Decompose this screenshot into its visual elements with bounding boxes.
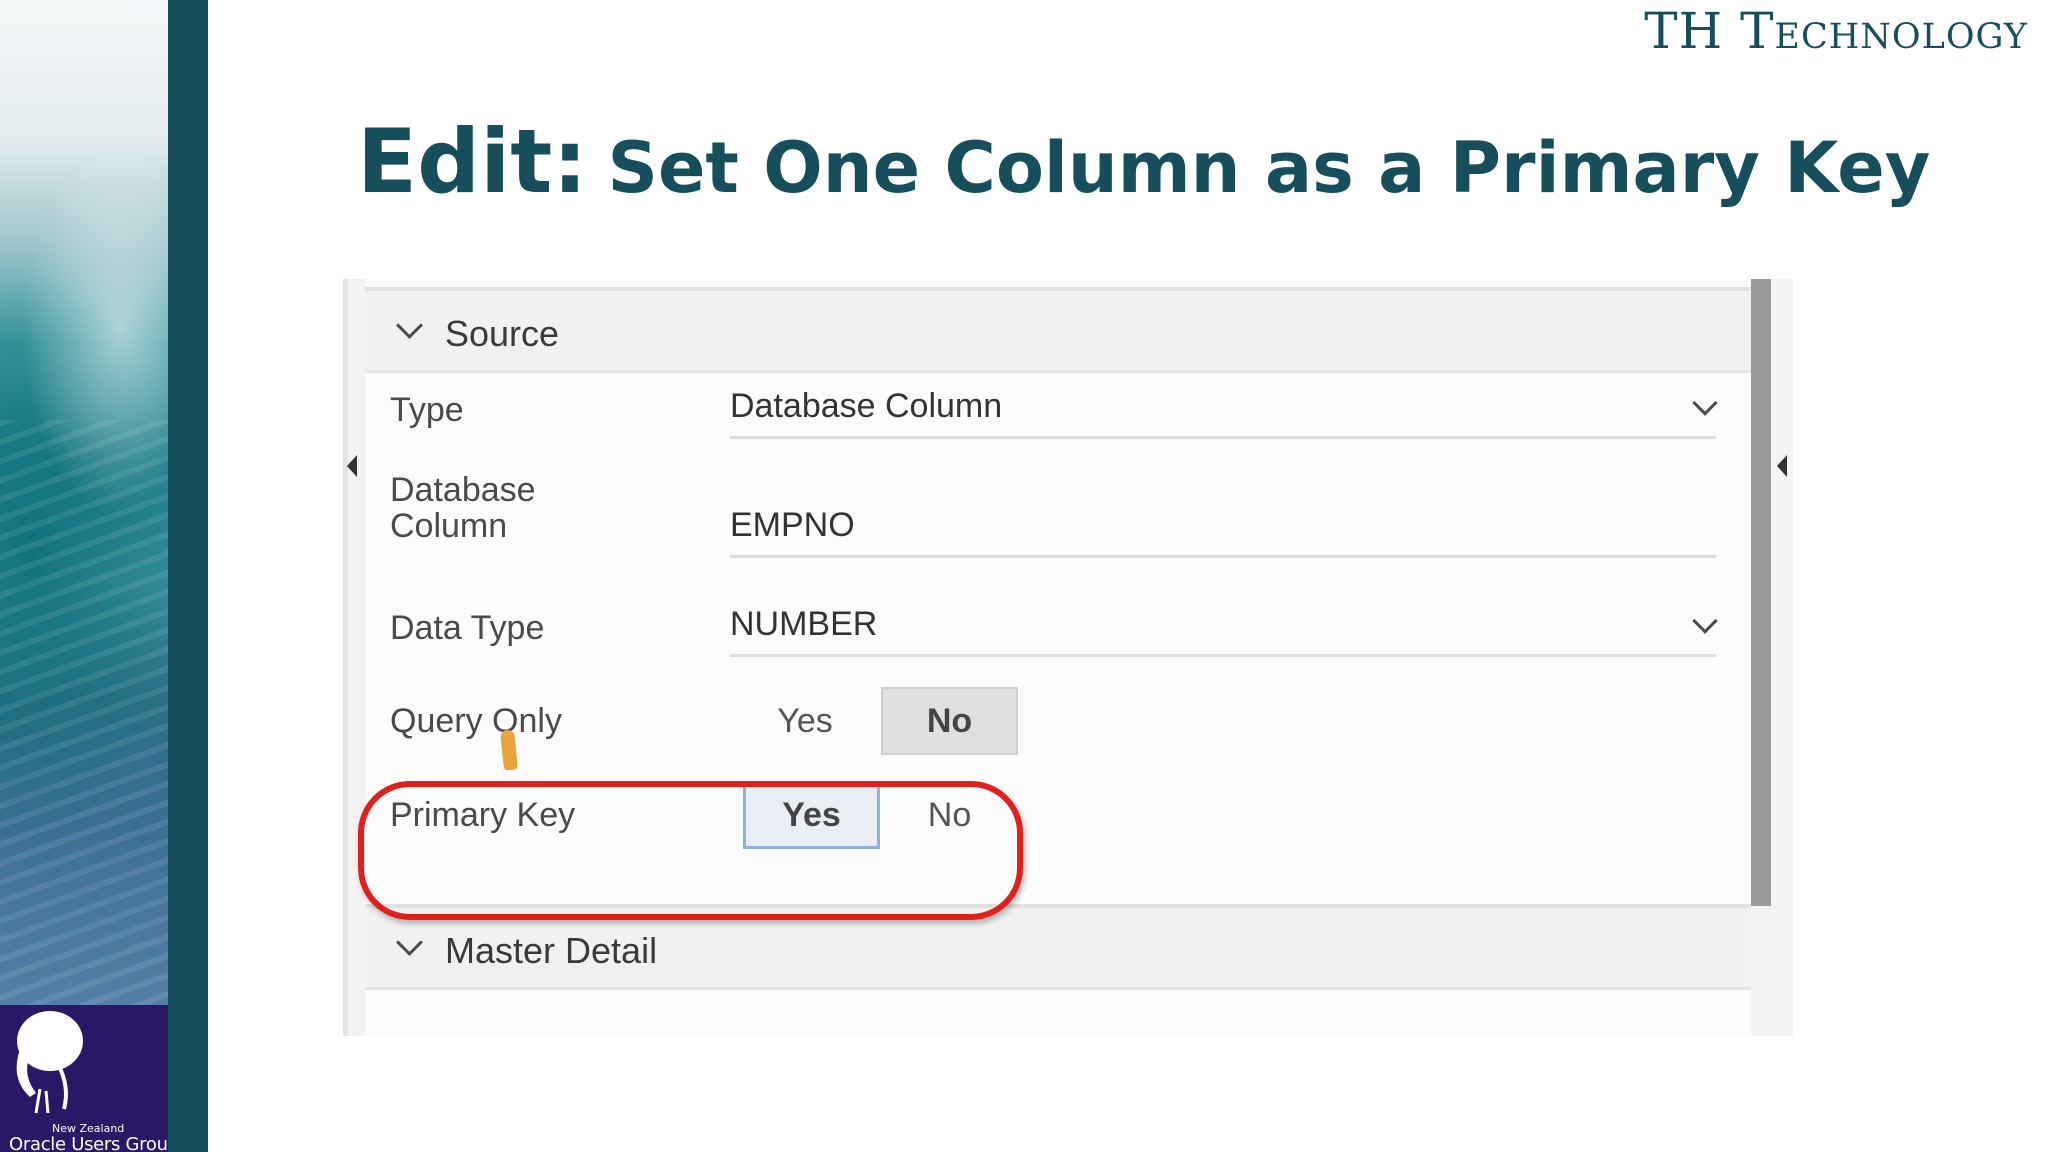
panel-left-edge bbox=[343, 279, 365, 1036]
accent-bar bbox=[168, 0, 208, 1152]
database-column-label-line2: Column bbox=[390, 507, 508, 545]
wave-texture bbox=[0, 420, 168, 1005]
database-column-underline bbox=[730, 555, 1716, 558]
type-select[interactable]: Database Column bbox=[730, 387, 1002, 426]
title-text: Set One Column as a Primary Key bbox=[607, 127, 1931, 209]
type-label: Type bbox=[390, 391, 464, 429]
primary-key-highlight bbox=[358, 781, 1023, 920]
chevron-down-icon bbox=[396, 929, 423, 956]
section-header-source[interactable]: Source bbox=[365, 287, 1751, 373]
property-list: Source Type Database Column Database Col… bbox=[365, 287, 1751, 1036]
database-column-input[interactable]: EMPNO bbox=[730, 506, 855, 545]
title-prefix: Edit: bbox=[357, 110, 588, 213]
kiwi-bird-icon bbox=[16, 1011, 83, 1114]
slide-title: Edit: Set One Column as a Primary Key bbox=[357, 110, 1930, 213]
query-only-yes-button[interactable]: Yes bbox=[745, 687, 865, 755]
query-only-no-button[interactable]: No bbox=[881, 687, 1018, 755]
oracle-users-group-logo: New Zealand Oracle Users Group bbox=[0, 1005, 179, 1152]
collapse-right-icon[interactable] bbox=[1777, 455, 1787, 477]
chevron-down-icon bbox=[396, 312, 423, 339]
data-type-select[interactable]: NUMBER bbox=[730, 605, 877, 644]
type-field-underline bbox=[730, 436, 1716, 439]
query-only-label: Query Only bbox=[390, 702, 562, 740]
logo-text: Oracle Users Group bbox=[9, 1134, 179, 1152]
brand-name: TH Technology bbox=[1644, 2, 2028, 60]
section-title-master-detail: Master Detail bbox=[445, 930, 658, 971]
property-editor-panel: Source Type Database Column Database Col… bbox=[343, 279, 1793, 1036]
chevron-down-icon[interactable] bbox=[1692, 390, 1718, 416]
data-type-label: Data Type bbox=[390, 609, 545, 647]
scrollbar-thumb[interactable] bbox=[1751, 279, 1771, 906]
chevron-down-icon[interactable] bbox=[1692, 608, 1718, 634]
data-type-underline bbox=[730, 654, 1716, 657]
section-title-source: Source bbox=[445, 313, 560, 354]
collapse-left-icon[interactable] bbox=[347, 455, 357, 477]
